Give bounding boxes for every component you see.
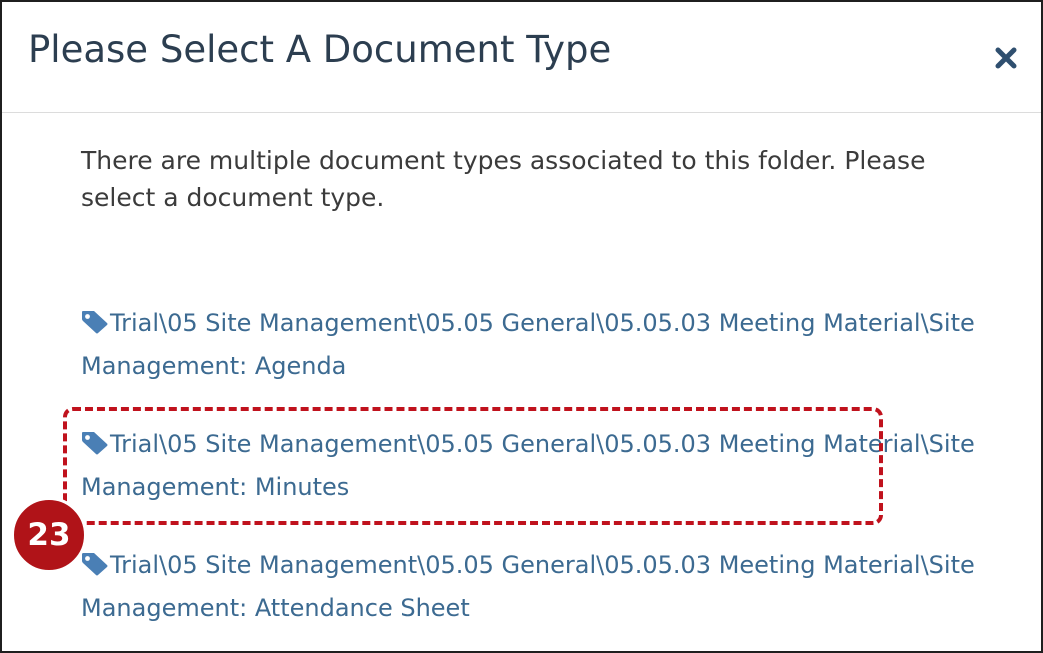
step-number-badge: 23 — [11, 497, 87, 573]
close-button[interactable] — [990, 42, 1022, 74]
dialog-intro-text: There are multiple document types associ… — [81, 146, 926, 212]
tag-icon — [82, 553, 108, 576]
document-type-dialog: Please Select A Document Type There are … — [0, 0, 1043, 653]
highlight-callout-box — [63, 407, 883, 525]
close-icon — [995, 47, 1017, 69]
tag-icon — [82, 311, 108, 334]
document-type-agenda[interactable]: Trial\05 Site Management\05.05 General\0… — [81, 302, 981, 388]
document-type-label: Trial\05 Site Management\05.05 General\0… — [81, 551, 975, 622]
dialog-header: Please Select A Document Type — [2, 2, 1041, 113]
dialog-title: Please Select A Document Type — [28, 28, 612, 71]
document-type-attendance-sheet[interactable]: Trial\05 Site Management\05.05 General\0… — [81, 544, 981, 630]
document-type-label: Trial\05 Site Management\05.05 General\0… — [81, 309, 975, 380]
